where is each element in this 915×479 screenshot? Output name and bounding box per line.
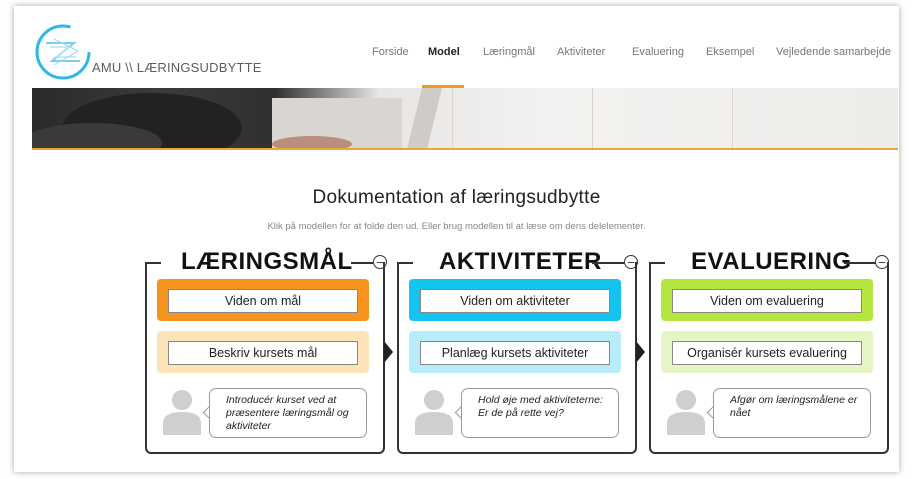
- person-icon: [415, 390, 453, 435]
- speech-bubble: Afgør om læringsmålene er nået: [713, 388, 871, 438]
- page-subtitle: Klik på modellen for at folde den ud. El…: [267, 221, 646, 232]
- panel-aktiviteter[interactable]: Viden om aktiviteter Planlæg kursets akt…: [397, 262, 637, 454]
- nav-item-model[interactable]: Model: [428, 46, 460, 58]
- box-planlaeg-kursets-aktiviteter[interactable]: Planlæg kursets aktiviteter: [409, 331, 621, 373]
- speech-bubble: Introducér kurset ved at præsentere læri…: [209, 388, 367, 438]
- box-organiser-kursets-evaluering[interactable]: Organisér kursets evaluering: [661, 331, 873, 373]
- speech-bubble: Hold øje med aktiviteterne: Er de på ret…: [461, 388, 619, 438]
- hero-border: [32, 148, 898, 150]
- person-icon: [667, 390, 705, 435]
- box-label: Planlæg kursets aktiviteter: [420, 341, 610, 365]
- hero-tile: [732, 88, 733, 149]
- panel-evaluering[interactable]: Viden om evaluering Organisér kursets ev…: [649, 262, 889, 454]
- box-viden-om-maal[interactable]: Viden om mål: [157, 279, 369, 321]
- nav-item-laeringmaal[interactable]: Læringmål: [483, 46, 535, 58]
- box-label: Viden om aktiviteter: [420, 289, 610, 313]
- nav-item-vejledende-samarbejde[interactable]: Vejledende samarbejde: [776, 46, 891, 58]
- main-nav: Forside Model Læringmål Aktiviteter Eval…: [14, 46, 899, 66]
- panel-laeringsmaal[interactable]: Viden om mål Beskriv kursets mål Introdu…: [145, 262, 385, 454]
- arrow-right-icon: [636, 341, 645, 363]
- box-label: Organisér kursets evaluering: [672, 341, 862, 365]
- box-label: Viden om mål: [168, 289, 358, 313]
- hero-person-graphic: [32, 88, 442, 149]
- hero-image: [32, 88, 898, 149]
- box-beskriv-kursets-maal[interactable]: Beskriv kursets mål: [157, 331, 369, 373]
- arrow-right-icon: [384, 341, 393, 363]
- person-icon: [163, 390, 201, 435]
- browser-page: AMU \\ LÆRINGSUDBYTTE Forside Model Læri…: [14, 6, 899, 472]
- page-title: Dokumentation af læringsudbytte: [312, 187, 601, 208]
- nav-item-eksempel[interactable]: Eksempel: [706, 46, 754, 58]
- hero-tile: [452, 88, 453, 149]
- box-label: Viden om evaluering: [672, 289, 862, 313]
- site-header: AMU \\ LÆRINGSUDBYTTE Forside Model Læri…: [14, 6, 899, 88]
- hero-tile: [592, 88, 593, 149]
- box-label: Beskriv kursets mål: [168, 341, 358, 365]
- box-viden-om-aktiviteter[interactable]: Viden om aktiviteter: [409, 279, 621, 321]
- box-viden-om-evaluering[interactable]: Viden om evaluering: [661, 279, 873, 321]
- nav-item-forside[interactable]: Forside: [372, 46, 409, 58]
- nav-item-evaluering[interactable]: Evaluering: [632, 46, 684, 58]
- nav-item-aktiviteter[interactable]: Aktiviteter: [557, 46, 605, 58]
